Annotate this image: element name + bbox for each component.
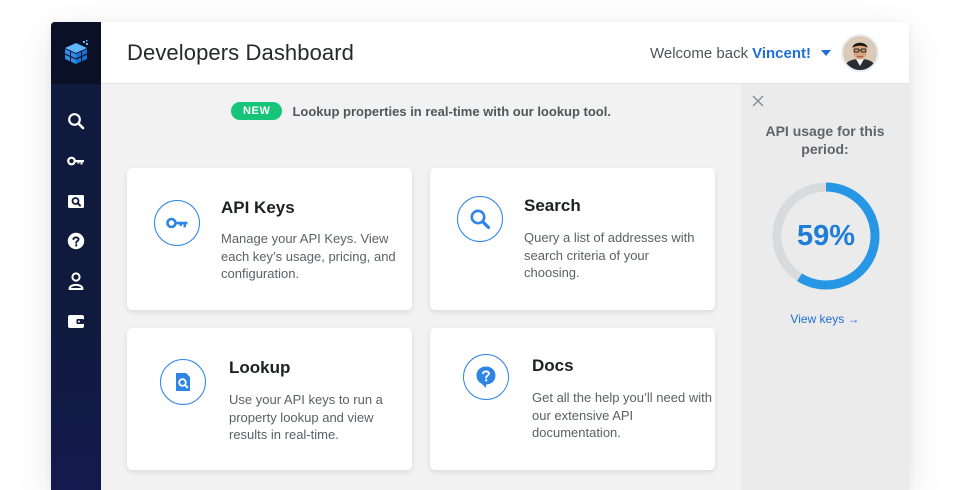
- card-description: Manage your API Keys. View each key’s us…: [221, 231, 396, 281]
- wallet-icon: [68, 314, 84, 328]
- card-description: Query a list of addresses with search cr…: [524, 230, 695, 280]
- usage-title: API usage for this period:: [765, 123, 885, 157]
- usage-panel: API usage for this period: 59% View keys…: [741, 84, 909, 490]
- card-title: Lookup: [229, 358, 291, 377]
- card-api-keys[interactable]: API Keys Manage your API Keys. View each…: [127, 168, 412, 310]
- sidebar-item-search[interactable]: [61, 106, 91, 136]
- top-header: Developers Dashboard Welcome back Vincen…: [101, 22, 909, 84]
- chevron-down-icon: [821, 50, 831, 57]
- lookup-icon: [176, 373, 190, 391]
- sidebar-item-billing[interactable]: [61, 306, 91, 336]
- user-name: Vincent!: [752, 45, 811, 62]
- avatar-photo-icon: [843, 36, 877, 70]
- announcement-banner[interactable]: NEW Lookup properties in real-time with …: [101, 102, 741, 120]
- search-icon: [68, 113, 85, 130]
- avatar[interactable]: [843, 36, 877, 70]
- cube-logo-icon: [64, 40, 88, 64]
- help-icon: [67, 232, 85, 250]
- sidebar-item-keys[interactable]: [61, 146, 91, 176]
- card-icon-container: [463, 354, 509, 400]
- sidebar: [51, 22, 101, 490]
- page-title: Developers Dashboard: [127, 40, 355, 65]
- card-icon-container: [154, 200, 200, 246]
- close-icon: [752, 95, 764, 107]
- card-description: Use your API keys to run a property look…: [229, 392, 383, 442]
- card-title: Search: [524, 196, 581, 215]
- usage-percent: 59%: [796, 219, 856, 252]
- card-docs[interactable]: Docs Get all the help you’ll need with o…: [430, 328, 715, 470]
- sidebar-item-lookup[interactable]: [61, 186, 91, 216]
- card-description: Get all the help you’ll need with our ex…: [532, 390, 712, 440]
- sidebar-item-help[interactable]: [61, 226, 91, 256]
- close-button[interactable]: [749, 92, 767, 110]
- card-icon-container: [160, 359, 206, 405]
- card-title: API Keys: [221, 198, 295, 217]
- user-icon: [68, 272, 84, 290]
- key-icon: [166, 217, 188, 229]
- card-search[interactable]: Search Query a list of addresses with se…: [430, 168, 715, 310]
- logo[interactable]: [51, 22, 101, 84]
- lookup-icon: [68, 194, 84, 208]
- view-keys-link[interactable]: View keys →: [741, 312, 909, 326]
- new-badge: NEW: [231, 102, 283, 120]
- docs-icon: [476, 366, 496, 388]
- user-menu[interactable]: Welcome back Vincent!: [650, 45, 831, 62]
- main-content: NEW Lookup properties in real-time with …: [101, 84, 741, 490]
- sidebar-item-account[interactable]: [61, 266, 91, 296]
- app-window: Developers Dashboard Welcome back Vincen…: [51, 22, 909, 490]
- card-icon-container: [457, 196, 503, 242]
- banner-text: Lookup properties in real-time with our …: [292, 103, 611, 119]
- search-icon: [470, 209, 491, 230]
- card-lookup[interactable]: Lookup Use your API keys to run a proper…: [127, 328, 412, 470]
- key-icon: [67, 156, 84, 166]
- welcome-text: Welcome back: [650, 45, 749, 62]
- card-title: Docs: [532, 356, 574, 375]
